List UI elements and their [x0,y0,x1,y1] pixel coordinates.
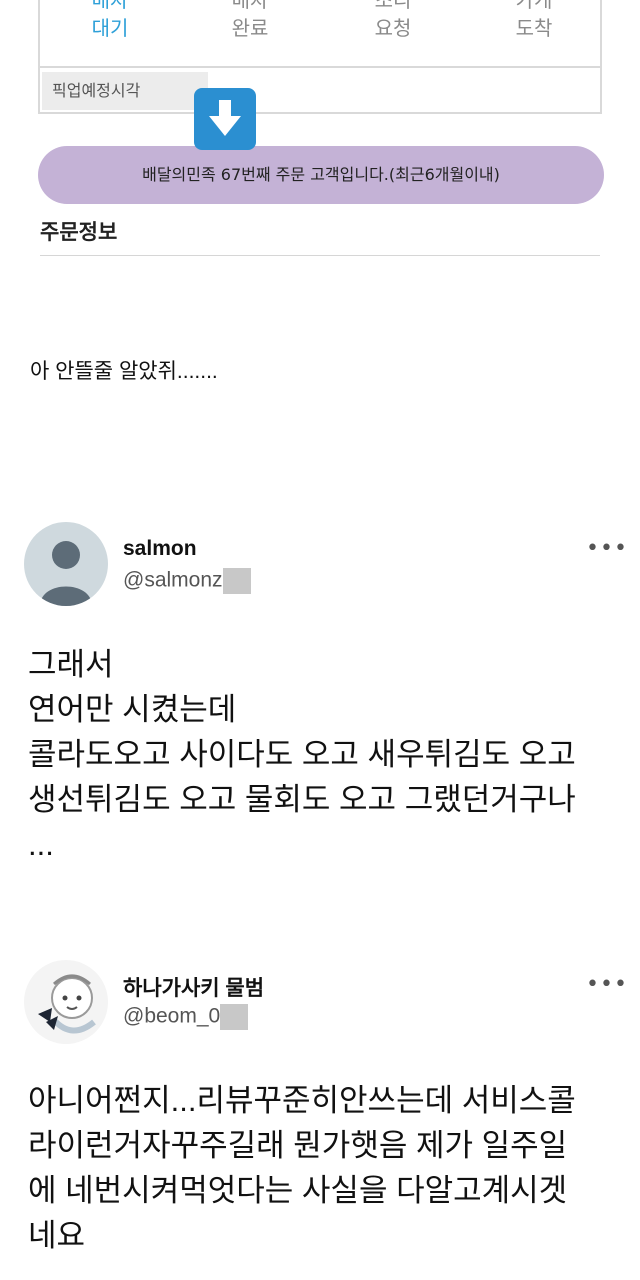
avatar[interactable] [24,522,108,606]
blurred-region [220,1004,249,1030]
tweet-author-name[interactable]: salmon [123,537,197,561]
tweet-body: 그래서 연어만 시켰는데 콜라도오고 사이다도 오고 새우튀김도 오고 생선튀김… [28,642,576,867]
tweet-line: 에 네번시켜먹엇다는 사실을 다알고계시겟 [28,1173,568,1208]
tweet-author-handle[interactable]: @salmonz [123,568,251,594]
order-info-title: 주문정보 [40,221,118,244]
tweet-line: 연어만 시켰는데 [28,692,237,727]
tweet-line: 생선튀김도 오고 물회도 오고 그랬던거구나 [28,782,576,817]
tweet-line: 네요 [28,1218,86,1253]
tweet-author-handle[interactable]: @beom_0 [123,1004,249,1030]
tweet-line: 아니어쩐지...리뷰꾸준히안쓰는데 서비스콜 [28,1083,576,1118]
status-tab-waiting[interactable]: 배차 대기 [40,0,180,42]
status-tab-assigned[interactable]: 배차 완료 [180,0,320,42]
avatar[interactable] [24,960,108,1044]
status-tabs: 배차 대기 배차 완료 조리 요청 가게 도착 [40,0,600,48]
tweet-line: 콜라도오고 사이다도 오고 새우튀김도 오고 [28,737,576,772]
status-tab-cooking[interactable]: 조리 요청 [323,0,463,42]
more-options-icon[interactable]: ••• [586,972,628,997]
status-tab-arrived[interactable]: 가게 도착 [464,0,604,42]
tweet-line: ... [28,827,54,862]
caption-text: 아 안뜰줄 알았쥐....... [30,360,218,383]
tweet-author-name[interactable]: 하나가사키 물범 [123,972,264,1002]
blurred-region [222,568,251,594]
down-arrow-icon [194,88,256,150]
divider [40,66,600,68]
more-options-icon[interactable]: ••• [586,536,628,561]
tweet-body: 아니어쩐지...리뷰꾸준히안쓰는데 서비스콜 라이런거자꾸주길래 뭔가햇음 제가… [28,1078,576,1258]
tweet-line: 라이런거자꾸주길래 뭔가햇음 제가 일주일 [28,1128,568,1163]
pickup-time-label: 픽업예정시각 [42,72,208,110]
tweet-line: 그래서 [28,647,114,682]
order-count-banner: 배달의민족 67번째 주문 고객입니다.(최근6개월이내) [38,146,604,204]
divider [40,255,600,256]
